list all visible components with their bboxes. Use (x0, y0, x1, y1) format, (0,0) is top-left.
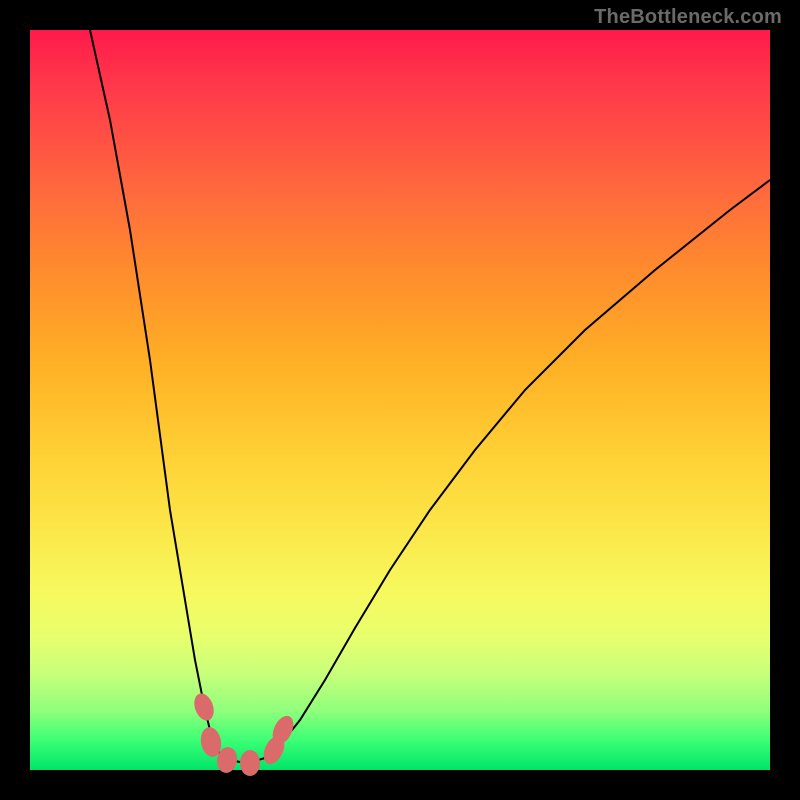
curve-markers (191, 691, 298, 776)
curve-layer (30, 30, 770, 770)
plot-area (30, 30, 770, 770)
bottleneck-curve (90, 30, 770, 762)
chart-frame: TheBottleneck.com (0, 0, 800, 800)
curve-marker (240, 750, 260, 776)
watermark-text: TheBottleneck.com (594, 6, 782, 29)
curve-marker (191, 691, 217, 723)
